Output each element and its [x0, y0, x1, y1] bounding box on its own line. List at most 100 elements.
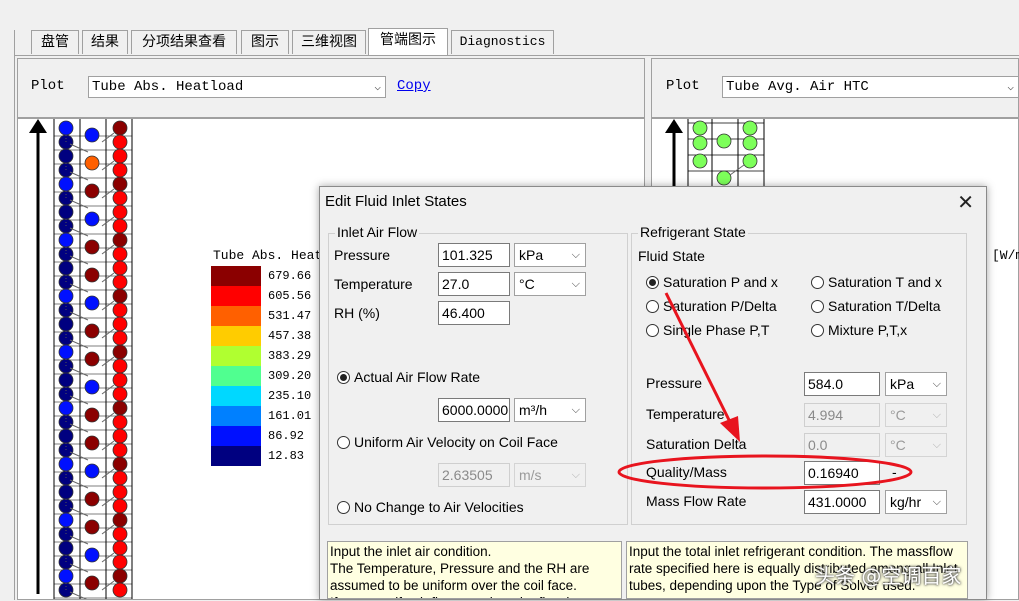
single-phase-radio[interactable]: Single Phase P,T	[646, 322, 769, 338]
air-flow-rate-field[interactable]: 6000.0000	[438, 398, 510, 422]
tube-marker	[112, 218, 128, 234]
tube-marker	[112, 540, 128, 556]
tube-marker	[84, 183, 100, 199]
radio-selected-icon	[646, 276, 659, 289]
tube-marker	[58, 120, 74, 136]
left-plot-select-value: Tube Abs. Heatload	[92, 79, 244, 95]
ref-pressure-field[interactable]: 584.0	[804, 372, 880, 396]
tube-marker	[692, 120, 708, 136]
saturation-p-x-radio[interactable]: Saturation P and x	[646, 274, 778, 290]
tube-marker	[112, 302, 128, 318]
tube-marker	[112, 526, 128, 542]
tube-marker	[742, 135, 758, 151]
air-pressure-unit-select[interactable]: kPa ⌵	[514, 243, 586, 267]
tube-marker	[112, 260, 128, 276]
chevron-down-icon: ⌵	[374, 82, 381, 94]
tab-graphics[interactable]: 图示	[241, 30, 289, 54]
tab-coil[interactable]: 盘管	[31, 30, 79, 54]
legend-swatch	[211, 426, 261, 446]
legend-value: 605.56	[268, 289, 312, 303]
tube-marker	[742, 153, 758, 169]
actual-air-flow-radio[interactable]: Actual Air Flow Rate	[337, 369, 480, 385]
chevron-down-icon: ⌵	[571, 278, 580, 290]
tube-marker	[58, 176, 74, 192]
uniform-air-velocity-label: Uniform Air Velocity on Coil Face	[354, 434, 558, 450]
tube-marker	[112, 344, 128, 360]
tab-diagnostics[interactable]: Diagnostics	[451, 30, 554, 54]
single-phase-label: Single Phase P,T	[663, 322, 770, 338]
tube-marker	[84, 379, 100, 395]
mass-flow-unit-select[interactable]: kg/hr ⌵	[885, 490, 947, 514]
uniform-air-velocity-radio[interactable]: Uniform Air Velocity on Coil Face	[337, 434, 558, 450]
tube-marker	[112, 190, 128, 206]
tube-marker	[58, 540, 74, 556]
air-temperature-unit-select[interactable]: °C ⌵	[514, 272, 586, 296]
tube-marker	[112, 120, 128, 136]
tube-marker	[692, 153, 708, 169]
mass-flow-rate-label: Mass Flow Rate	[646, 493, 747, 509]
tube-marker	[84, 575, 100, 591]
mass-flow-rate-field[interactable]: 431.0000	[804, 490, 880, 514]
right-plot-label: Plot	[666, 78, 700, 94]
tab-itemized-results[interactable]: 分项结果查看	[131, 30, 237, 54]
air-flow-unit-select[interactable]: m³/h ⌵	[514, 398, 586, 422]
tab-tube-end-diagram[interactable]: 管端图示	[368, 28, 448, 56]
air-pressure-label: Pressure	[334, 247, 391, 263]
air-velocity-unit-value: m/s	[519, 467, 542, 483]
tube-marker	[58, 484, 74, 500]
right-plot-units: [W/m	[992, 248, 1019, 263]
saturation-p-delta-radio[interactable]: Saturation P/Delta	[646, 298, 777, 314]
ref-temperature-unit-value: °C	[890, 407, 906, 423]
legend-swatch	[211, 386, 261, 406]
air-pressure-unit-value: kPa	[519, 247, 544, 263]
quality-mass-field[interactable]: 0.16940	[804, 461, 880, 485]
refrigerant-state-title: Refrigerant State	[638, 224, 748, 240]
tab-results[interactable]: 结果	[82, 30, 128, 54]
tube-marker	[112, 568, 128, 584]
tube-marker	[84, 211, 100, 227]
tab-3d-view[interactable]: 三维视图	[292, 30, 366, 54]
tube-marker	[112, 498, 128, 514]
rh-label: RH (%)	[334, 305, 380, 321]
tube-marker	[112, 316, 128, 332]
tube-marker	[112, 582, 128, 598]
legend-swatch	[211, 346, 261, 366]
ref-temperature-label: Temperature	[646, 406, 725, 422]
no-change-air-velocities-radio[interactable]: No Change to Air Velocities	[337, 499, 524, 515]
air-temperature-label: Temperature	[334, 276, 413, 292]
tube-marker	[112, 428, 128, 444]
tube-marker	[84, 323, 100, 339]
tube-marker	[84, 295, 100, 311]
saturation-t-x-radio[interactable]: Saturation T and x	[811, 274, 942, 290]
mixture-radio[interactable]: Mixture P,T,x	[811, 322, 907, 338]
arrow-up-icon	[665, 119, 683, 133]
tube-marker	[112, 414, 128, 430]
rh-field[interactable]: 46.400	[438, 301, 510, 325]
legend-swatch	[211, 266, 261, 286]
saturation-t-delta-radio[interactable]: Saturation T/Delta	[811, 298, 941, 314]
tube-marker	[692, 135, 708, 151]
right-plot-select[interactable]: Tube Avg. Air HTC ⌵	[722, 76, 1019, 98]
copy-link[interactable]: Copy	[397, 78, 431, 94]
tube-marker	[112, 400, 128, 416]
legend-value: 457.38	[268, 329, 312, 343]
close-icon[interactable]: ✕	[957, 190, 974, 214]
air-velocity-field: 2.63505	[438, 463, 510, 487]
air-pressure-field[interactable]: 101.325	[438, 243, 510, 267]
tube-marker	[58, 512, 74, 528]
tube-marker	[84, 127, 100, 143]
left-plot-select[interactable]: Tube Abs. Heatload ⌵	[88, 76, 386, 98]
air-temperature-field[interactable]: 27.0	[438, 272, 510, 296]
tube-marker	[84, 267, 100, 283]
tube-marker	[58, 204, 74, 220]
left-plot-label: Plot	[31, 78, 65, 94]
ref-pressure-unit-select[interactable]: kPa ⌵	[885, 372, 947, 396]
saturation-p-delta-label: Saturation P/Delta	[663, 298, 777, 314]
tube-marker	[58, 400, 74, 416]
mass-flow-unit-value: kg/hr	[890, 494, 922, 510]
legend-swatch	[211, 406, 261, 426]
tube-marker	[112, 288, 128, 304]
tube-marker	[84, 463, 100, 479]
tube-marker	[112, 484, 128, 500]
radio-icon	[811, 276, 824, 289]
